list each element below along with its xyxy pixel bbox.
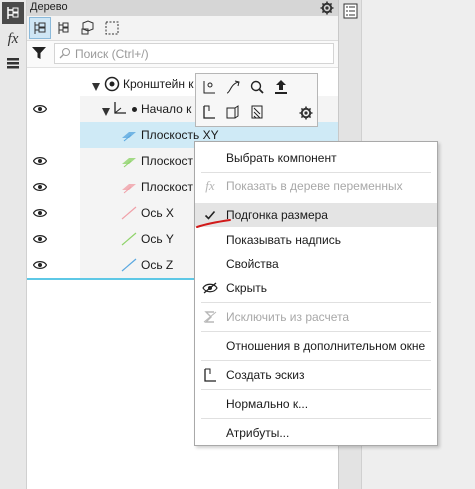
axis-icon [121, 232, 137, 249]
menu-item-label: Атрибуты... [226, 426, 290, 440]
properties-panel-icon[interactable] [343, 3, 358, 22]
left-toolbar: fx [0, 0, 27, 489]
menu-item-attributes[interactable]: Атрибуты... [195, 421, 437, 445]
mini-toolbar [195, 73, 318, 127]
menu-item-show-caption[interactable]: Показывать надпись [195, 228, 437, 252]
components-icon[interactable] [77, 17, 99, 39]
menu-item-label: Отношения в дополнительном окне [226, 339, 426, 353]
tree-tab-icon[interactable] [2, 2, 24, 24]
search-placeholder: Поиск (Ctrl+/) [75, 47, 149, 61]
visibility-eye-icon[interactable] [32, 233, 48, 247]
menu-item-label: Подгонка размера [226, 208, 328, 222]
section-view-icon[interactable] [245, 100, 269, 124]
tree-row-label: Ось Z [141, 258, 174, 272]
layers-tab-icon[interactable] [2, 52, 24, 74]
variables-tab-icon[interactable]: fx [2, 28, 24, 50]
menu-separator [201, 172, 431, 173]
visibility-eye-icon[interactable] [32, 181, 48, 195]
plane-icon [121, 154, 137, 171]
menu-item-create-sketch[interactable]: Создать эскиз [195, 363, 437, 387]
plane-icon [121, 180, 137, 197]
menu-item-label: Создать эскиз [226, 368, 305, 382]
visibility-eye-icon[interactable] [32, 155, 48, 169]
menu-separator [201, 302, 431, 303]
tree-row-label: Плоскост [141, 154, 193, 168]
point-icon [132, 107, 137, 112]
menu-item-label: Скрыть [226, 281, 267, 295]
menu-item-exclude-from-calc: Исключить из расчета [195, 305, 437, 329]
assembly-icon [104, 76, 120, 95]
menu-item-normal-to[interactable]: Нормально к... [195, 392, 437, 416]
tree-toolbar [27, 16, 338, 41]
menu-item-relations-window[interactable]: Отношения в дополнительном окне [195, 334, 437, 358]
axis-icon [121, 206, 137, 223]
tree-root-label: Кронштейн к [123, 77, 194, 91]
filter-icon[interactable] [31, 45, 47, 64]
normal-to-icon[interactable] [221, 100, 245, 124]
menu-item-label: Выбрать компонент [226, 151, 337, 165]
sketch-params-icon[interactable] [197, 75, 221, 99]
menu-separator [201, 331, 431, 332]
menu-item-label: Свойства [226, 257, 279, 271]
axis-icon [121, 258, 137, 275]
search-input[interactable]: Поиск (Ctrl+/) [54, 43, 334, 64]
expand-arrow-icon[interactable] [92, 80, 100, 94]
menu-separator [201, 360, 431, 361]
structure-view-icon[interactable] [29, 17, 51, 39]
fx-label: fx [7, 30, 19, 47]
menu-separator [201, 389, 431, 390]
menu-item-properties[interactable]: Свойства [195, 252, 437, 276]
menu-item-show-in-variables: fx Показать в дереве переменных [195, 174, 437, 198]
tree-row-label: Плоскость XY [141, 128, 219, 142]
menu-item-label: Показывать надпись [226, 233, 341, 247]
origin-icon [113, 101, 127, 118]
hide-eye-icon [202, 280, 218, 296]
create-sketch-icon [202, 367, 218, 383]
menu-separator [201, 418, 431, 419]
tree-row-label: Плоскост [141, 180, 193, 194]
tree-origin-label: Начало к [141, 102, 192, 116]
annotation-underline [196, 219, 231, 228]
menu-item-label: Показать в дереве переменных [226, 179, 403, 193]
panel-title: Дерево [30, 1, 68, 13]
history-view-icon[interactable] [53, 17, 75, 39]
menu-item-hide[interactable]: Скрыть [195, 276, 437, 300]
search-bar: Поиск (Ctrl+/) [27, 41, 338, 68]
panel-titlebar: Дерево [27, 0, 338, 17]
tree-row-label: Ось Y [141, 232, 174, 246]
curve-icon[interactable] [221, 75, 245, 99]
menu-item-select-component[interactable]: Выбрать компонент [195, 146, 437, 170]
selection-frame-icon[interactable] [101, 17, 123, 39]
exclude-icon [202, 309, 218, 325]
visibility-eye-icon[interactable] [32, 207, 48, 221]
tree-row-label: Ось X [141, 206, 174, 220]
extrude-icon[interactable] [269, 75, 293, 99]
context-menu: Выбрать компонент fx Показать в дереве п… [194, 141, 438, 446]
search-icon [59, 47, 71, 62]
expand-arrow-icon[interactable] [102, 105, 110, 119]
fx-icon: fx [205, 178, 215, 193]
menu-item-label: Нормально к... [226, 397, 309, 411]
plane-icon [121, 128, 137, 145]
visibility-eye-icon[interactable] [32, 103, 48, 117]
gear-icon[interactable] [296, 103, 316, 123]
create-sketch-icon[interactable] [197, 100, 221, 124]
visibility-eye-icon[interactable] [32, 259, 48, 273]
menu-item-label: Исключить из расчета [226, 310, 350, 324]
zoom-icon[interactable] [245, 75, 269, 99]
